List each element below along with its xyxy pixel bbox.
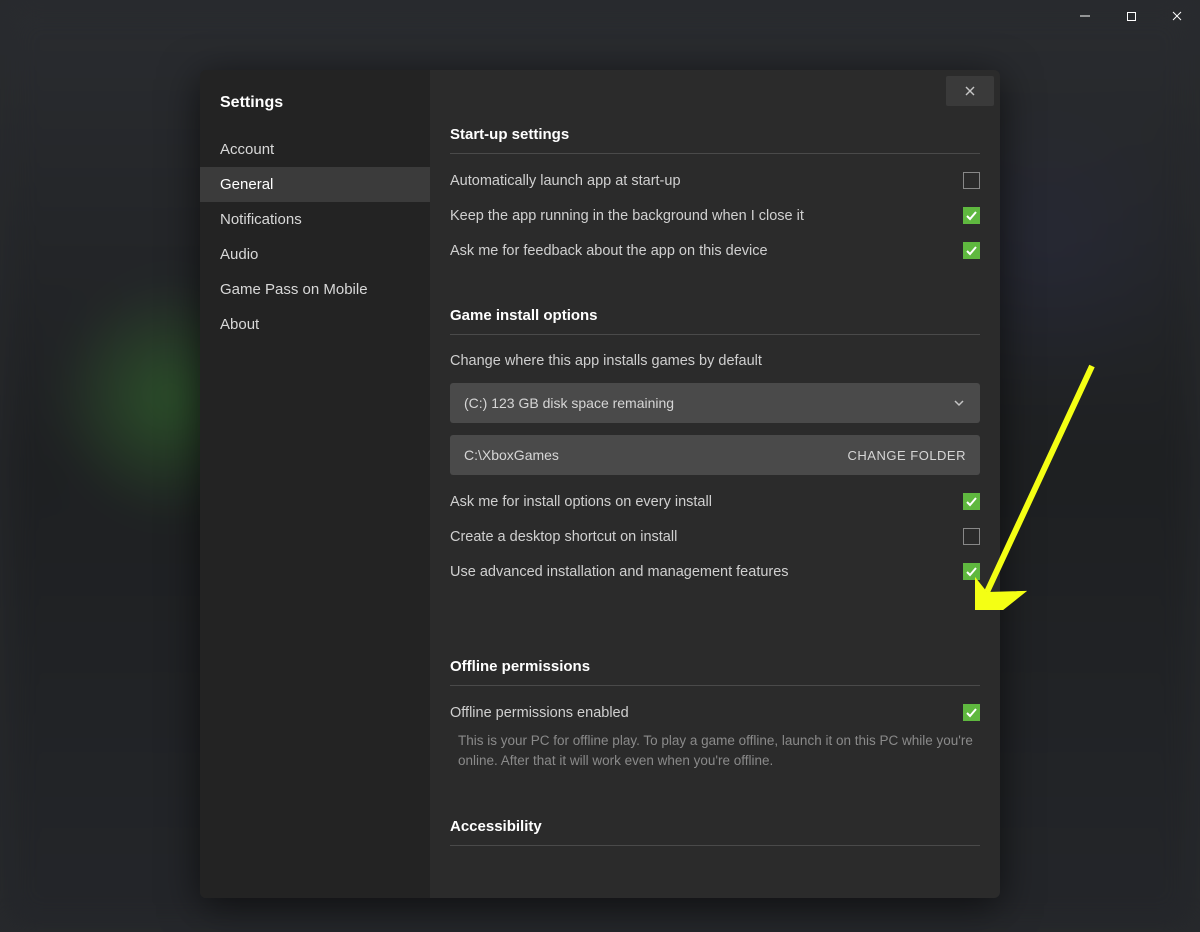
install-ask-checkbox[interactable] xyxy=(963,493,980,510)
offline-desc: This is your PC for offline play. To pla… xyxy=(450,731,980,770)
window-minimize-button[interactable] xyxy=(1062,0,1108,32)
install-advanced-row: Use advanced installation and management… xyxy=(450,563,980,580)
settings-sidebar: Settings Account General Notifications A… xyxy=(200,70,430,898)
close-icon xyxy=(963,84,977,98)
startup-background-row: Keep the app running in the background w… xyxy=(450,207,980,224)
minimize-icon xyxy=(1079,10,1091,22)
install-shortcut-label: Create a desktop shortcut on install xyxy=(450,529,677,545)
startup-auto-launch-checkbox[interactable] xyxy=(963,172,980,189)
install-drive-dropdown[interactable]: (C:) 123 GB disk space remaining xyxy=(450,383,980,423)
offline-enabled-checkbox[interactable] xyxy=(963,704,980,721)
close-icon xyxy=(1171,10,1183,22)
startup-feedback-row: Ask me for feedback about the app on thi… xyxy=(450,242,980,259)
install-advanced-checkbox[interactable] xyxy=(963,563,980,580)
chevron-down-icon xyxy=(952,396,966,410)
install-folder-path: C:\XboxGames xyxy=(464,447,559,463)
install-shortcut-row: Create a desktop shortcut on install xyxy=(450,528,980,545)
window-maximize-button[interactable] xyxy=(1108,0,1154,32)
install-shortcut-checkbox[interactable] xyxy=(963,528,980,545)
startup-feedback-checkbox[interactable] xyxy=(963,242,980,259)
section-install-header: Game install options xyxy=(450,307,980,335)
offline-enabled-label: Offline permissions enabled xyxy=(450,705,629,721)
window-controls xyxy=(1062,0,1200,32)
sidebar-item-account[interactable]: Account xyxy=(200,132,430,167)
install-folder-row: C:\XboxGames CHANGE FOLDER xyxy=(450,435,980,475)
section-offline-header: Offline permissions xyxy=(450,658,980,686)
sidebar-item-gamepass-mobile[interactable]: Game Pass on Mobile xyxy=(200,272,430,307)
sidebar-item-notifications[interactable]: Notifications xyxy=(200,202,430,237)
install-desc: Change where this app installs games by … xyxy=(450,353,980,369)
settings-content: Start-up settings Automatically launch a… xyxy=(430,70,1000,898)
install-ask-row: Ask me for install options on every inst… xyxy=(450,493,980,510)
startup-background-label: Keep the app running in the background w… xyxy=(450,208,804,224)
maximize-icon xyxy=(1126,11,1137,22)
section-startup-header: Start-up settings xyxy=(450,126,980,154)
sidebar-item-audio[interactable]: Audio xyxy=(200,237,430,272)
install-advanced-label: Use advanced installation and management… xyxy=(450,564,789,580)
offline-enabled-row: Offline permissions enabled xyxy=(450,704,980,721)
startup-feedback-label: Ask me for feedback about the app on thi… xyxy=(450,243,768,259)
sidebar-item-about[interactable]: About xyxy=(200,307,430,342)
startup-auto-launch-label: Automatically launch app at start-up xyxy=(450,173,681,189)
sidebar-title: Settings xyxy=(200,88,430,132)
settings-close-button[interactable] xyxy=(946,76,994,106)
sidebar-item-general[interactable]: General xyxy=(200,167,430,202)
change-folder-button[interactable]: CHANGE FOLDER xyxy=(848,448,966,463)
install-drive-label: (C:) 123 GB disk space remaining xyxy=(464,395,674,411)
section-accessibility-header: Accessibility xyxy=(450,818,980,846)
settings-modal: Settings Account General Notifications A… xyxy=(200,70,1000,898)
startup-auto-launch-row: Automatically launch app at start-up xyxy=(450,172,980,189)
startup-background-checkbox[interactable] xyxy=(963,207,980,224)
window-close-button[interactable] xyxy=(1154,0,1200,32)
install-ask-label: Ask me for install options on every inst… xyxy=(450,494,712,510)
